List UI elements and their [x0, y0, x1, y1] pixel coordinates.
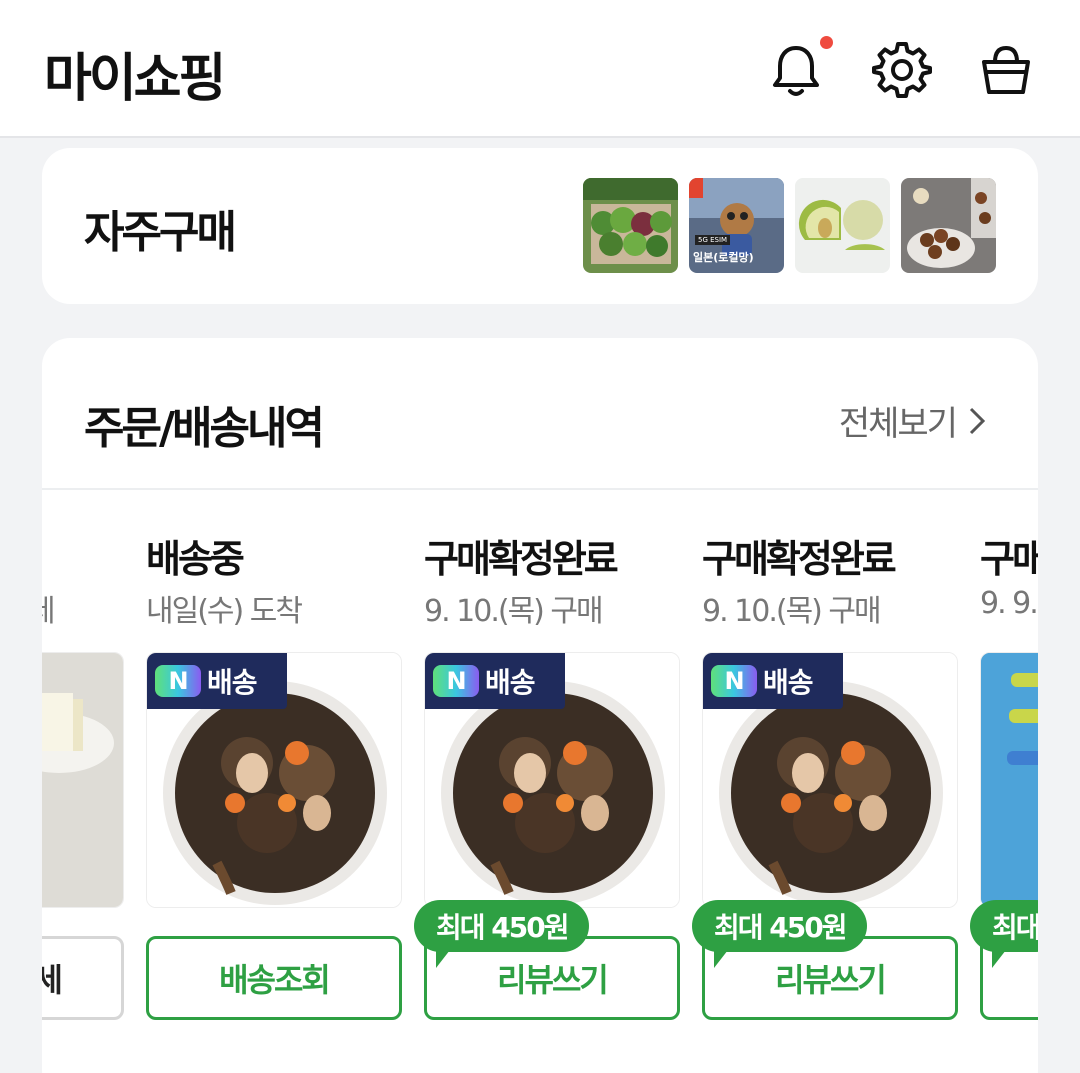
bell-icon[interactable] [766, 40, 826, 100]
view-all-link[interactable]: 전체보기 [839, 396, 986, 445]
product-image [42, 652, 124, 908]
frequent-purchase-card[interactable]: 자주구매 5G ESIM 일본(로컬망) [42, 148, 1038, 304]
review-reward-tooltip: 최대 450원 [414, 900, 590, 968]
review-reward-tooltip: 최대 450원 [692, 900, 868, 968]
page-title: 마이쇼핑 [44, 49, 226, 109]
order-action-label: 리뷰쓰기 [497, 961, 609, 999]
badge-label: 배송 [207, 666, 258, 699]
order-status: 배송중 [146, 537, 245, 581]
order-item[interactable]: 구매확정완료 9. 10.(목) 구매 N 배송 최대 450원 리뷰쓰기 [414, 528, 680, 1028]
order-sub: 9. 10.(목) 구매 [424, 594, 604, 629]
n-delivery-badge: N 배송 [147, 653, 287, 709]
product-image[interactable]: N 배송 [702, 652, 958, 908]
product-thumb-melon[interactable] [795, 178, 890, 273]
order-sub: 9. 10.(목) 구매 [702, 594, 882, 629]
badge-label: 배송 [763, 666, 814, 699]
track-delivery-button[interactable]: 배송조회 [146, 936, 402, 1020]
n-logo-icon: N [155, 665, 201, 697]
esim-label: 일본(로컬망) [693, 251, 754, 264]
product-thumb-chestnuts[interactable] [901, 178, 996, 273]
product-thumb-esim[interactable]: 5G ESIM 일본(로컬망) [689, 178, 784, 273]
frequent-purchase-title: 자주구매 [84, 207, 237, 258]
view-all-label: 전체보기 [838, 404, 958, 444]
order-status: 구매확정완료 [702, 537, 897, 581]
app-header: 마이쇼핑 [0, 0, 1080, 138]
gear-icon[interactable] [872, 40, 932, 100]
badge-label: 배송 [485, 666, 536, 699]
section-divider [42, 488, 1038, 490]
order-action-button[interactable]: 세 [42, 936, 124, 1020]
n-delivery-badge: N 배송 [703, 653, 843, 709]
order-history-title: 주문/배송내역 [84, 403, 325, 454]
order-status: 구매 [980, 537, 1038, 581]
order-action-label: 세 [42, 961, 63, 999]
chevron-right-icon [969, 407, 986, 434]
review-reward-tooltip: 최대 [970, 900, 1038, 968]
order-item[interactable]: 구매확정완료 9. 10.(목) 구매 N 배송 최대 450원 리뷰쓰기 [692, 528, 958, 1028]
order-action-label: 리뷰쓰기 [775, 961, 887, 999]
order-sub: 9. 9. [980, 586, 1038, 621]
n-logo-icon: N [433, 665, 479, 697]
order-item[interactable]: 세 세 [42, 528, 124, 1028]
order-item[interactable]: 구매 9. 9. 최대 [970, 528, 1038, 1028]
order-status: 구매확정완료 [424, 537, 619, 581]
esim-tag: 5G ESIM [695, 235, 731, 245]
order-history-card: 주문/배송내역 전체보기 세 세 배송중 내일(수) 도착 N배송 배송조회 구… [42, 338, 1038, 1073]
product-image[interactable] [980, 652, 1038, 908]
product-image[interactable]: N 배송 [424, 652, 680, 908]
n-logo-icon: N [711, 665, 757, 697]
n-delivery-badge: N 배송 [425, 653, 565, 709]
product-image[interactable]: N 배송 [146, 652, 402, 908]
notification-dot [820, 36, 833, 49]
product-thumb-lettuce[interactable] [583, 178, 678, 273]
order-action-label: 배송조회 [219, 961, 331, 999]
shopping-bag-icon[interactable] [976, 40, 1036, 100]
order-item[interactable]: 배송중 내일(수) 도착 N 배송 배송조회 [146, 528, 402, 1028]
order-sub: 내일(수) 도착 [146, 594, 303, 629]
order-sub: 세 [42, 586, 56, 630]
